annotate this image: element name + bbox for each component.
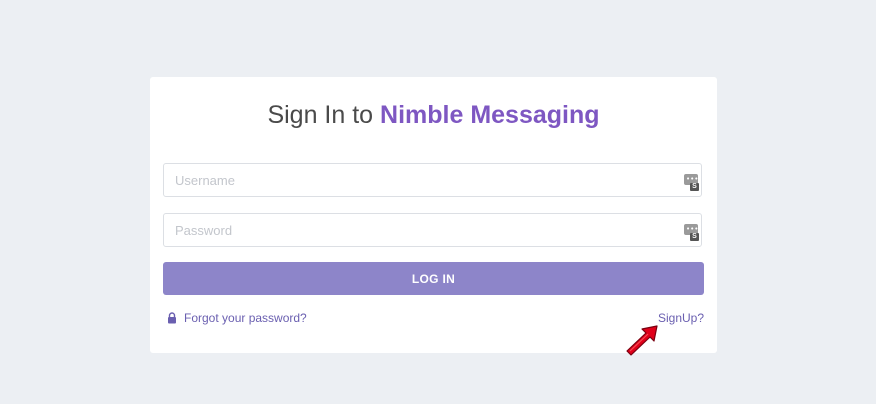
password-input[interactable] [175, 214, 675, 246]
red-arrow-icon [626, 325, 658, 356]
login-card: Sign In to Nimble Messaging ••• S ••• S … [150, 77, 717, 353]
username-field[interactable]: ••• S [163, 163, 702, 197]
forgot-password-link[interactable]: Forgot your password? [167, 311, 307, 325]
signup-link[interactable]: SignUp? [658, 311, 704, 325]
password-manager-tag: S [690, 183, 699, 191]
username-input[interactable] [175, 164, 675, 196]
brand-name: Nimble Messaging [380, 101, 600, 129]
password-manager-tag: S [690, 233, 699, 241]
page-title: Sign In to Nimble Messaging [150, 101, 717, 130]
title-prefix: Sign In to [267, 101, 381, 129]
lock-icon [168, 312, 176, 324]
password-manager-icon[interactable]: ••• S [684, 224, 699, 241]
password-manager-icon[interactable]: ••• S [684, 174, 699, 191]
login-button[interactable]: LOG IN [163, 262, 704, 295]
forgot-password-label: Forgot your password? [184, 311, 307, 325]
password-field[interactable]: ••• S [163, 213, 702, 247]
